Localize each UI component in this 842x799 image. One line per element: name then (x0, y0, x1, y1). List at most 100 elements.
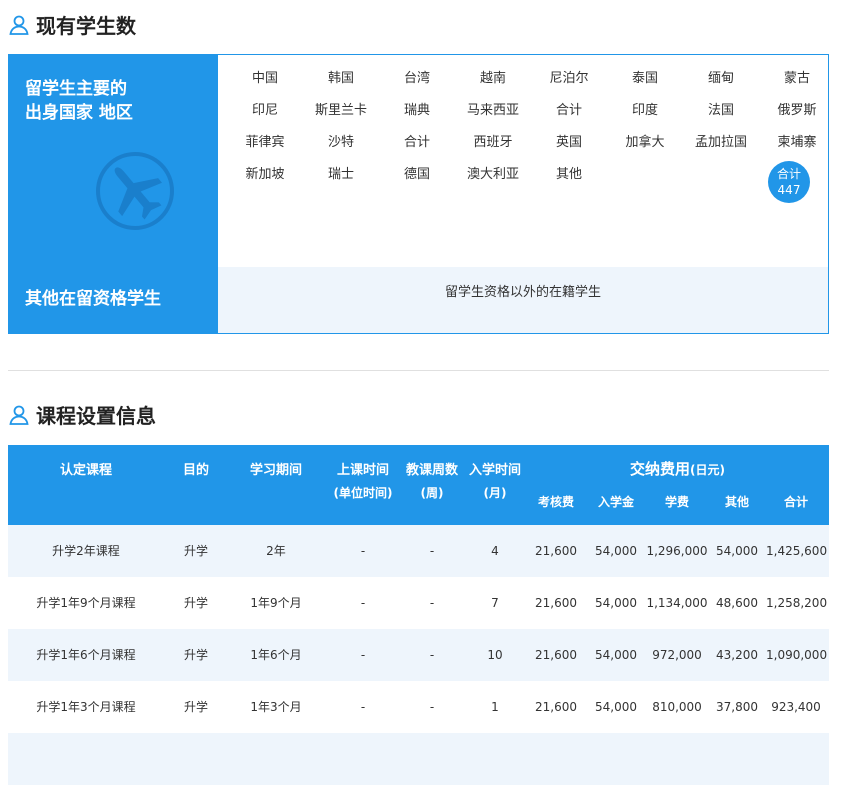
cell-weeks: - (429, 544, 435, 558)
country-cell: 瑞典 (403, 103, 430, 118)
cell-class-time: - (360, 648, 366, 662)
cell-course: 升学1年3个月课程 (36, 700, 136, 714)
th-admission: 入学金 (597, 495, 634, 509)
country-cell: 印尼 (251, 103, 278, 118)
table-header: 认定课程 目的 学习期间 上课时间 (单位时间) 教课周数 (周) 入学时间 (… (8, 445, 829, 525)
country-cell: 蒙古 (783, 71, 810, 86)
section-title-text: 现有学生数 (36, 14, 136, 38)
cell-other: 48,600 (716, 596, 758, 610)
countries-panel: 留学生主要的 出身国家 地区 其他在留资格学生 中国 韩国 台湾 越南 尼泊尔 … (8, 54, 829, 334)
cell-entry: 4 (491, 544, 499, 558)
cell-total: 1,090,000 (766, 648, 828, 662)
th-class-time: 上课时间 (336, 463, 389, 478)
cell-entry: 7 (491, 596, 499, 610)
th-entry-unit: (月) (483, 486, 507, 500)
cell-exam: 21,600 (535, 596, 577, 610)
user-icon (9, 405, 29, 425)
th-class-time-unit: (单位时间) (333, 486, 393, 500)
cell-weeks: - (429, 700, 435, 714)
total-badge-label: 合计 (776, 167, 801, 181)
other-students-heading: 其他在留资格学生 (25, 289, 161, 309)
section-divider (8, 370, 829, 371)
cell-period: 1年6个月 (250, 648, 302, 662)
user-icon (9, 15, 29, 35)
total-badge: 合计 447 (768, 161, 810, 203)
cell-course: 升学1年9个月课程 (36, 596, 136, 610)
country-cell: 澳大利亚 (466, 167, 519, 182)
table-row: 升学2年课程 升学 2年 - - 4 21,600 54,000 1,296,0… (8, 525, 829, 577)
country-cell: 缅甸 (707, 71, 734, 86)
country-cell: 尼泊尔 (549, 71, 589, 86)
cell-entry: 10 (487, 648, 503, 662)
country-cell: 合计 (403, 135, 430, 150)
country-cell: 英国 (555, 135, 582, 150)
cell-period: 1年3个月 (250, 700, 302, 714)
th-purpose: 目的 (182, 463, 209, 478)
total-badge-value: 447 (777, 183, 801, 197)
cell-exam: 21,600 (535, 544, 577, 558)
cell-purpose: 升学 (183, 648, 208, 662)
cell-tuition: 1,296,000 (646, 544, 708, 558)
section-title-students: 现有学生数 (8, 10, 136, 39)
th-tuition: 学费 (664, 495, 689, 509)
cell-total: 1,425,600 (766, 544, 828, 558)
country-cell: 俄罗斯 (777, 103, 817, 118)
cell-tuition: 972,000 (652, 648, 702, 662)
cell-class-time: - (360, 700, 366, 714)
cell-course: 升学1年6个月课程 (36, 648, 136, 662)
country-cell: 台湾 (403, 71, 430, 86)
table-row: 升学1年6个月课程 升学 1年6个月 - - 10 21,600 54,000 … (8, 629, 829, 681)
country-cell: 韩国 (327, 71, 354, 86)
th-fees-group-label: 交纳费用 (630, 460, 691, 478)
cell-other: 54,000 (716, 544, 758, 558)
cell-entry: 1 (491, 700, 499, 714)
cell-admission: 54,000 (595, 648, 637, 662)
country-cell: 越南 (479, 71, 506, 86)
countries-heading-line1: 留学生主要的 (25, 79, 127, 99)
country-cell: 德国 (403, 167, 430, 182)
table-row: 升学1年9个月课程 升学 1年9个月 - - 7 21,600 54,000 1… (8, 577, 829, 629)
country-cell: 合计 (555, 103, 582, 118)
cell-purpose: 升学 (183, 700, 208, 714)
table-row: 升学1年3个月课程 升学 1年3个月 - - 1 21,600 54,000 8… (8, 681, 829, 733)
cell-tuition: 1,134,000 (646, 596, 708, 610)
th-course: 认定课程 (59, 463, 112, 478)
country-grid: 中国 韩国 台湾 越南 尼泊尔 泰国 缅甸 蒙古 印尼 斯里兰卡 瑞典 马来西亚… (218, 55, 828, 267)
plane-icon (96, 152, 174, 230)
th-period: 学习期间 (249, 463, 302, 478)
country-cell: 菲律宾 (245, 135, 285, 150)
country-cell: 泰国 (631, 71, 658, 86)
country-cell: 新加坡 (245, 167, 285, 182)
country-cell: 沙特 (327, 135, 354, 150)
cell-total: 923,400 (771, 700, 821, 714)
cell-tuition: 810,000 (652, 700, 702, 714)
other-students-heading-panel: 其他在留资格学生 (9, 267, 218, 333)
cell-weeks: - (429, 596, 435, 610)
th-exam: 考核费 (537, 495, 574, 509)
cell-total: 1,258,200 (766, 596, 828, 610)
table-row-empty (8, 733, 829, 785)
cell-period: 2年 (266, 544, 286, 558)
country-cell: 西班牙 (473, 135, 513, 150)
country-cell: 瑞士 (327, 167, 354, 182)
cell-purpose: 升学 (183, 596, 208, 610)
country-cell: 马来西亚 (466, 103, 519, 118)
country-cell: 斯里兰卡 (314, 103, 367, 118)
cell-class-time: - (360, 544, 366, 558)
country-cell: 中国 (251, 71, 278, 86)
th-weeks-unit: (周) (420, 486, 444, 500)
cell-course: 升学2年课程 (52, 544, 120, 558)
cell-weeks: - (429, 648, 435, 662)
cell-period: 1年9个月 (250, 596, 302, 610)
th-fees-unit: (日元) (690, 463, 725, 477)
cell-other: 37,800 (716, 700, 758, 714)
th-total: 合计 (783, 495, 808, 509)
country-cell: 柬埔寨 (777, 135, 817, 150)
country-cell: 法国 (707, 103, 734, 118)
countries-heading-panel: 留学生主要的 出身国家 地区 (9, 55, 218, 267)
country-cell: 其他 (555, 167, 582, 182)
cell-admission: 54,000 (595, 596, 637, 610)
other-students-area: 留学生资格以外的在籍学生 (218, 267, 828, 333)
th-weeks: 教课周数 (405, 463, 458, 478)
cell-class-time: - (360, 596, 366, 610)
